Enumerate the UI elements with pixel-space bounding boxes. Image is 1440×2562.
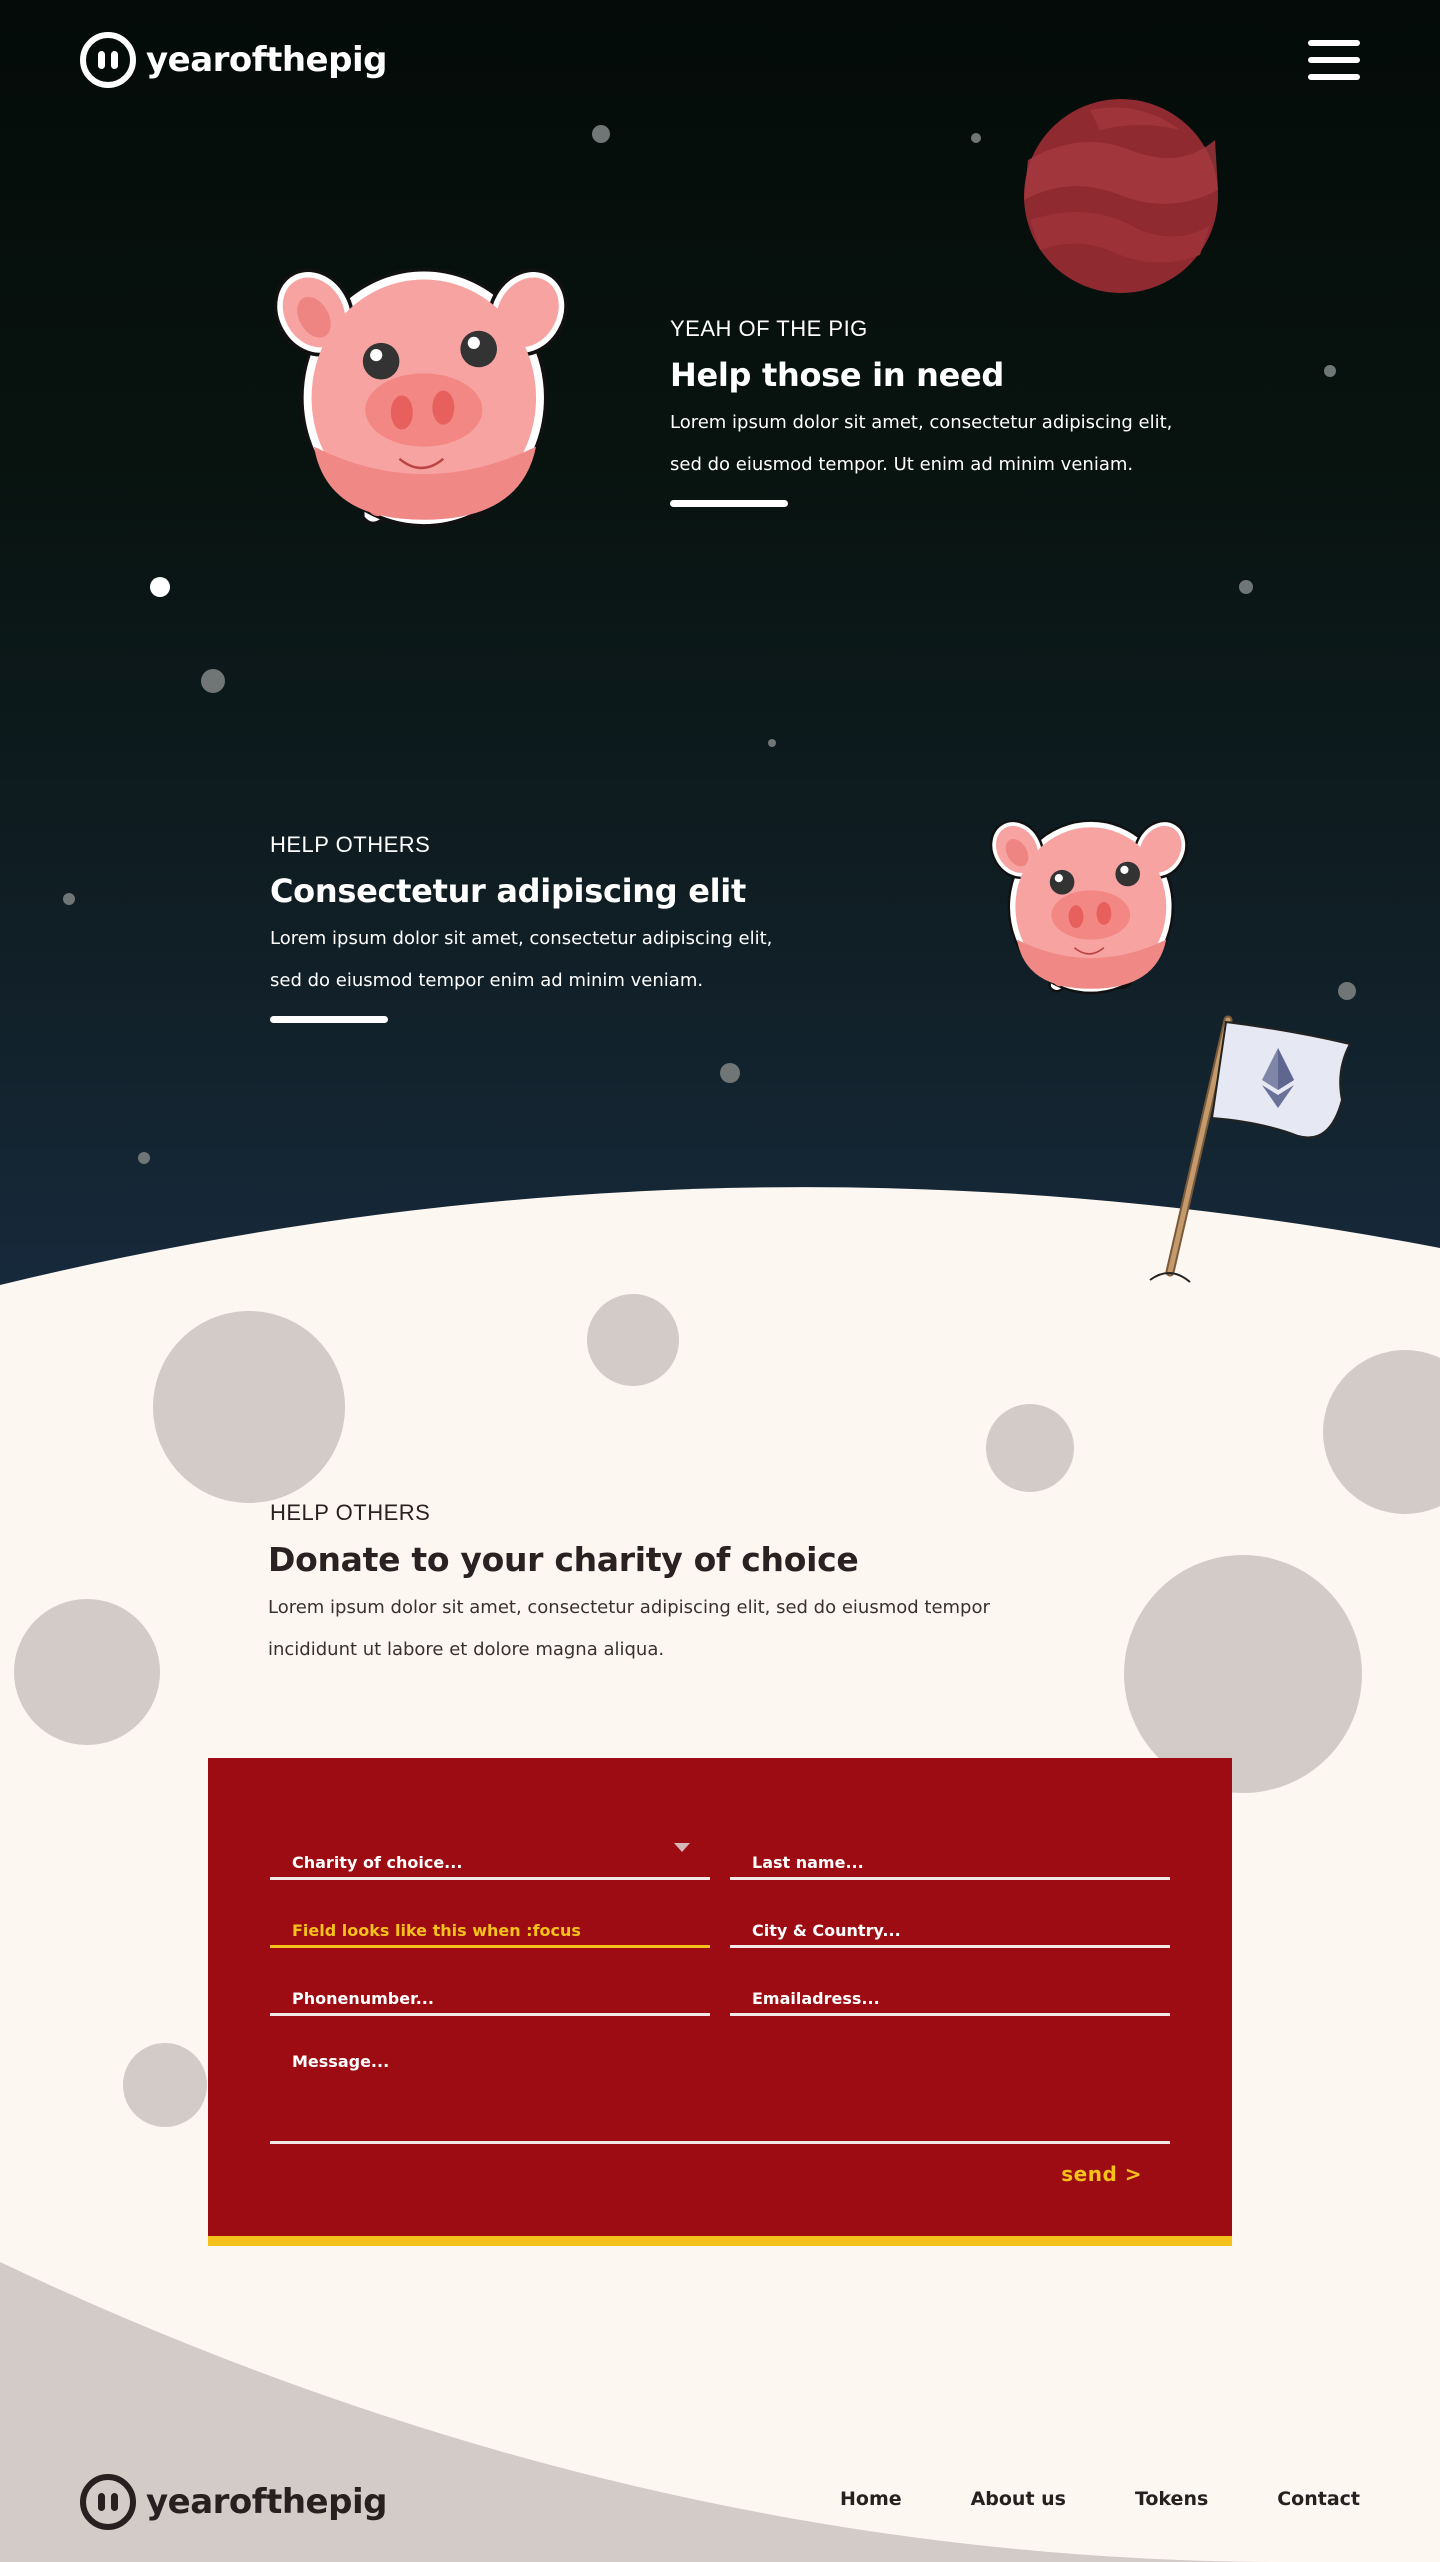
- city-country-input[interactable]: [730, 1902, 1170, 1945]
- message-field[interactable]: [270, 2038, 1170, 2144]
- pig-snout-logo-icon: [80, 32, 136, 88]
- section-eyebrow: HELP OTHERS: [270, 1500, 431, 1525]
- footer-nav: Home About us Tokens Contact: [840, 2488, 1360, 2510]
- section-body: Lorem ipsum dolor sit amet, consectetur …: [270, 918, 830, 1002]
- section-help-those-in-need: YEAH OF THE PIG Help those in need Lorem…: [670, 316, 1230, 507]
- section-eyebrow: HELP OTHERS: [270, 832, 431, 857]
- section-title: Help those in need: [670, 356, 1005, 394]
- footer-link-tokens[interactable]: Tokens: [1135, 2488, 1208, 2510]
- brand-name: yearofthepig: [146, 2482, 387, 2522]
- donation-form: send >: [208, 1758, 1232, 2246]
- section-divider: [270, 1016, 388, 1023]
- phone-field[interactable]: [270, 1970, 710, 2016]
- section-help-others: HELP OTHERS Consectetur adipiscing elit …: [270, 832, 830, 1023]
- section-body-line: Lorem ipsum dolor sit amet, consectetur …: [268, 1597, 990, 1618]
- pig-snout-logo-icon: [80, 2474, 136, 2530]
- email-input[interactable]: [730, 1970, 1170, 2013]
- header-logo[interactable]: yearofthepig: [80, 32, 387, 88]
- section-donate: HELP OTHERS Donate to your charity of ch…: [268, 1500, 1028, 1671]
- footer-link-about-us[interactable]: About us: [971, 2488, 1066, 2510]
- section-title: Donate to your charity of choice: [268, 1540, 859, 1579]
- section-body-line: sed do eiusmod tempor enim ad minim veni…: [270, 970, 704, 991]
- brand-name: yearofthepig: [146, 40, 387, 80]
- section-divider: [670, 500, 788, 507]
- section-body: Lorem ipsum dolor sit amet, consectetur …: [670, 402, 1230, 486]
- section-body-line: sed do eiusmod tempor. Ut enim ad minim …: [670, 454, 1134, 475]
- last-name-input[interactable]: [730, 1834, 1170, 1877]
- chevron-down-icon[interactable]: [674, 1843, 690, 1853]
- section-eyebrow: YEAH OF THE PIG: [670, 316, 868, 341]
- phone-input[interactable]: [270, 1970, 710, 2013]
- section-body-line: Lorem ipsum dolor sit amet, consectetur …: [270, 928, 773, 949]
- send-button[interactable]: send >: [1061, 2162, 1142, 2186]
- message-textarea[interactable]: [270, 2038, 1170, 2141]
- footer-link-contact[interactable]: Contact: [1277, 2488, 1360, 2510]
- hamburger-menu-icon[interactable]: [1308, 40, 1360, 80]
- footer-logo[interactable]: yearofthepig: [80, 2474, 387, 2530]
- email-field[interactable]: [730, 1970, 1170, 2016]
- city-country-field[interactable]: [730, 1902, 1170, 1948]
- small-pig-illustration: [979, 810, 1198, 995]
- section-body: Lorem ipsum dolor sit amet, consectetur …: [268, 1587, 1028, 1671]
- planet: [1024, 99, 1218, 293]
- focus-example-field[interactable]: [270, 1902, 710, 1948]
- footer-link-home[interactable]: Home: [840, 2488, 902, 2510]
- section-body-line: incididunt ut labore et dolore magna ali…: [268, 1639, 665, 1660]
- section-title: Consectetur adipiscing elit: [270, 872, 746, 910]
- star-bright: [150, 577, 170, 597]
- big-pig-illustration: [258, 254, 583, 528]
- section-body-line: Lorem ipsum dolor sit amet, consectetur …: [670, 412, 1173, 433]
- charity-select[interactable]: [270, 1834, 710, 1880]
- last-name-field[interactable]: [730, 1834, 1170, 1880]
- focus-example-input[interactable]: [270, 1902, 710, 1945]
- charity-input[interactable]: [270, 1834, 710, 1877]
